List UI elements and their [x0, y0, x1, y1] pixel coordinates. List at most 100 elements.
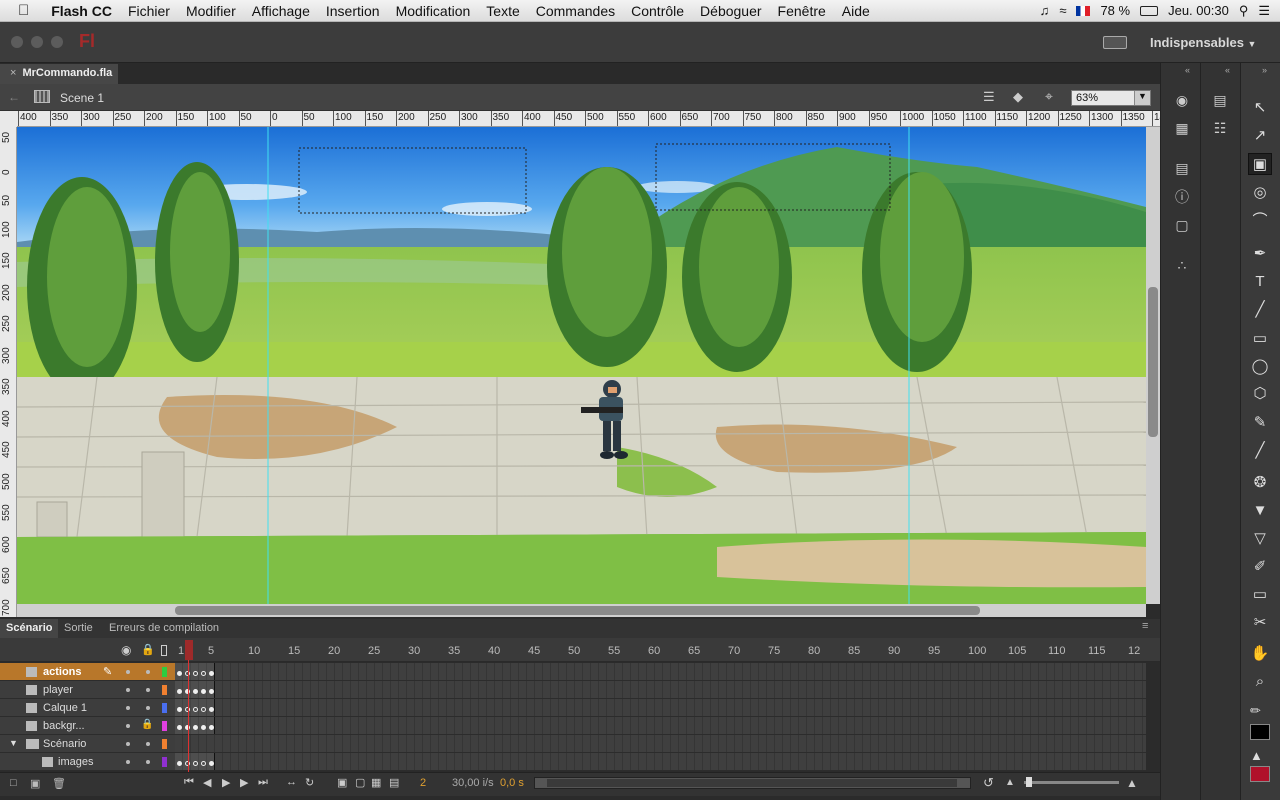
tab-scenario[interactable]: Scénario [0, 619, 59, 638]
visibility-dot[interactable] [126, 724, 130, 728]
paint-bucket-tool-icon[interactable]: ▼ [1248, 500, 1272, 522]
menu-fenetre[interactable]: Fenêtre [770, 3, 834, 19]
text-tool-icon[interactable]: T [1248, 271, 1272, 293]
line-tool-icon[interactable]: ╱ [1248, 299, 1272, 321]
battery-level[interactable]: 78 % [1100, 3, 1130, 18]
center-frame-icon[interactable]: ↔ [286, 776, 297, 788]
vertical-ruler[interactable]: 50 0 50 100 150 200 250 300 350 400 450 500 550 600 65… [0, 127, 17, 617]
panel-menu-icon[interactable]: ≡ [1142, 620, 1148, 632]
menu-insertion[interactable]: Insertion [318, 3, 388, 19]
layer-row[interactable]: player [0, 681, 175, 699]
zoom-select[interactable]: 63% ▼ [1071, 90, 1151, 106]
timeline-horizontal-scrollbar[interactable] [534, 777, 971, 789]
minimize-window-button[interactable] [31, 36, 43, 48]
new-folder-icon[interactable]: ▣ [30, 777, 40, 790]
layer-row[interactable]: Calque 1 [0, 699, 175, 717]
vertical-scroll-thumb[interactable] [1148, 287, 1158, 437]
player-character[interactable] [577, 377, 632, 467]
layer-name[interactable]: Scénario [43, 738, 86, 750]
lock-dot[interactable] [146, 670, 150, 674]
onion-skin-outlines-icon[interactable]: ▢ [355, 776, 365, 789]
menu-affichage[interactable]: Affichage [244, 3, 318, 19]
volume-icon[interactable]: ♫ [1040, 3, 1050, 18]
menu-modification[interactable]: Modification [388, 3, 479, 19]
pen-tool-icon[interactable]: ✒ [1248, 243, 1272, 265]
tab-sortie[interactable]: Sortie [58, 619, 99, 638]
lasso-tool-icon[interactable]: ⌒ [1248, 210, 1272, 232]
frame-size-slider[interactable] [1024, 777, 1119, 787]
chevron-down-icon[interactable]: ▼ [9, 738, 18, 748]
go-first-frame-icon[interactable]: ⏮ [184, 776, 194, 789]
layer-frames[interactable] [175, 717, 1146, 735]
step-forward-icon[interactable]: ▶ [240, 776, 248, 789]
current-frame-field[interactable]: 2 [420, 777, 426, 789]
eraser-tool-icon[interactable]: ▭ [1248, 584, 1272, 606]
play-icon[interactable]: ▶ [222, 776, 230, 789]
layer-frames[interactable] [175, 681, 1146, 699]
menu-texte[interactable]: Texte [478, 3, 527, 19]
3d-rotation-tool-icon[interactable]: ◎ [1248, 182, 1272, 204]
loop-playback-icon[interactable]: ↺ [983, 775, 994, 791]
horizontal-ruler[interactable]: 400 350 300 250 200 150 100 50 0 50 100 150 200 250 30… [17, 111, 1160, 127]
layer-frames[interactable] [175, 735, 1146, 753]
clock[interactable]: Jeu. 00:30 [1168, 3, 1229, 18]
layer-row[interactable]: actions ✎ [0, 663, 175, 681]
zoom-window-button[interactable] [51, 36, 63, 48]
visibility-dot[interactable] [126, 706, 130, 710]
layer-frames[interactable] [175, 699, 1146, 717]
swatches-panel-icon[interactable]: ▦ [1171, 118, 1193, 138]
tab-compile-errors[interactable]: Erreurs de compilation [103, 619, 225, 638]
frame-rate-field[interactable]: 30,00 i/s [452, 777, 494, 789]
lock-all-icon[interactable]: 🔒 [141, 643, 155, 656]
motion-presets-icon[interactable]: ∴ [1171, 255, 1193, 275]
new-layer-icon[interactable]: □ [10, 777, 17, 789]
lock-dot[interactable] [146, 688, 150, 692]
menu-modifier[interactable]: Modifier [178, 3, 244, 19]
step-back-icon[interactable]: ◀ [203, 776, 211, 789]
close-window-button[interactable] [11, 36, 23, 48]
visibility-dot[interactable] [126, 670, 130, 674]
playhead[interactable] [185, 638, 193, 772]
layer-row[interactable]: ▼ Scénario [0, 735, 175, 753]
collapse-tools-icon[interactable]: » [1262, 65, 1267, 75]
menu-commandes[interactable]: Commandes [528, 3, 623, 19]
zoom-out-frames-icon[interactable]: ▲ [1005, 777, 1015, 788]
zoom-tool-icon[interactable]: ⌕ [1248, 671, 1272, 693]
eyedropper-tool-icon[interactable]: ✐ [1248, 556, 1272, 578]
menu-fichier[interactable]: Fichier [120, 3, 178, 19]
selection-tool-icon[interactable]: ↖ [1248, 97, 1272, 119]
lock-icon[interactable]: 🔒 [141, 719, 153, 730]
document-tab[interactable]: × MrCommando.fla [0, 64, 118, 84]
rectangle-tool-icon[interactable]: ▭ [1248, 328, 1272, 350]
horizontal-scroll-thumb[interactable] [175, 606, 980, 615]
modify-markers-icon[interactable]: ▤ [389, 776, 399, 789]
lock-dot[interactable] [146, 742, 150, 746]
delete-layer-icon[interactable]: 🗑 [52, 777, 66, 790]
zoom-in-frames-icon[interactable]: ▲ [1126, 776, 1138, 790]
stage-horizontal-scrollbar[interactable] [17, 604, 1146, 617]
library-panel-icon[interactable]: ☷ [1209, 118, 1231, 138]
menu-controle[interactable]: Contrôle [623, 3, 692, 19]
outline-all-icon[interactable] [161, 645, 167, 656]
scene-breadcrumb[interactable]: Scene 1 [60, 91, 104, 105]
close-tab-icon[interactable]: × [10, 67, 16, 79]
elapsed-time-field[interactable]: 0,0 s [500, 777, 524, 789]
layer-color-swatch[interactable] [162, 703, 167, 713]
free-transform-tool-icon[interactable]: ▣ [1248, 153, 1272, 175]
polystar-tool-icon[interactable]: ⬡ [1248, 383, 1272, 405]
center-stage-icon[interactable]: ⌖ [1045, 88, 1053, 105]
layer-color-swatch[interactable] [162, 667, 167, 677]
oval-tool-icon[interactable]: ◯ [1248, 356, 1272, 378]
layer-name[interactable]: images [58, 756, 93, 768]
menu-deboguer[interactable]: Déboguer [692, 3, 770, 19]
layer-row[interactable]: images [0, 753, 175, 771]
sync-settings-icon[interactable] [1103, 36, 1127, 49]
layer-frames[interactable] [175, 663, 1146, 681]
color-panel-icon[interactable]: ◉ [1171, 90, 1193, 110]
back-arrow-icon[interactable]: ← [8, 90, 20, 104]
spotlight-icon[interactable]: ⚲ [1239, 3, 1249, 19]
menu-aide[interactable]: Aide [834, 3, 878, 19]
ink-bottle-tool-icon[interactable]: ▽ [1248, 528, 1272, 550]
properties-panel-icon[interactable]: ▤ [1209, 90, 1231, 110]
edit-multiple-frames-icon[interactable]: ▦ [371, 776, 381, 789]
